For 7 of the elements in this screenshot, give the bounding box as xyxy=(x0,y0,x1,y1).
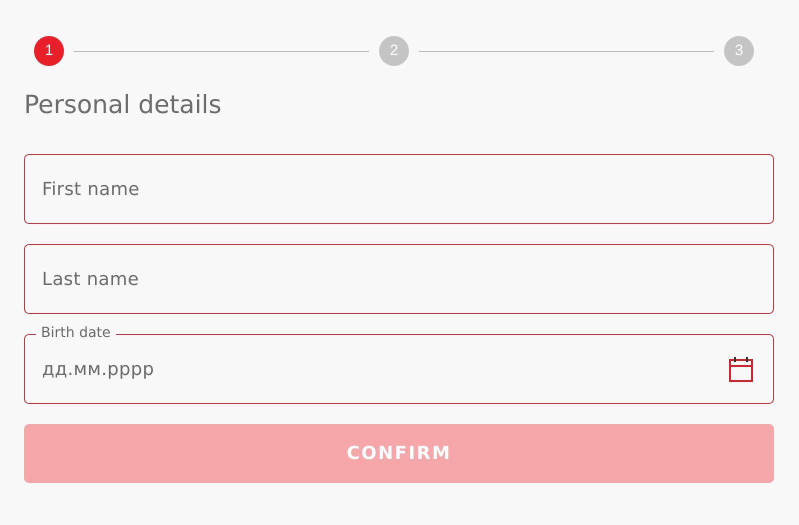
step-indicator[interactable]: 1 xyxy=(34,36,64,66)
step-indicator[interactable]: 3 xyxy=(724,36,754,66)
input-field[interactable]: Last name xyxy=(24,244,774,314)
calendar-icon[interactable] xyxy=(729,356,753,382)
input-field[interactable]: First name xyxy=(24,154,774,224)
section-title: Personal details xyxy=(24,90,223,120)
step-indicator[interactable]: 2 xyxy=(379,36,409,66)
